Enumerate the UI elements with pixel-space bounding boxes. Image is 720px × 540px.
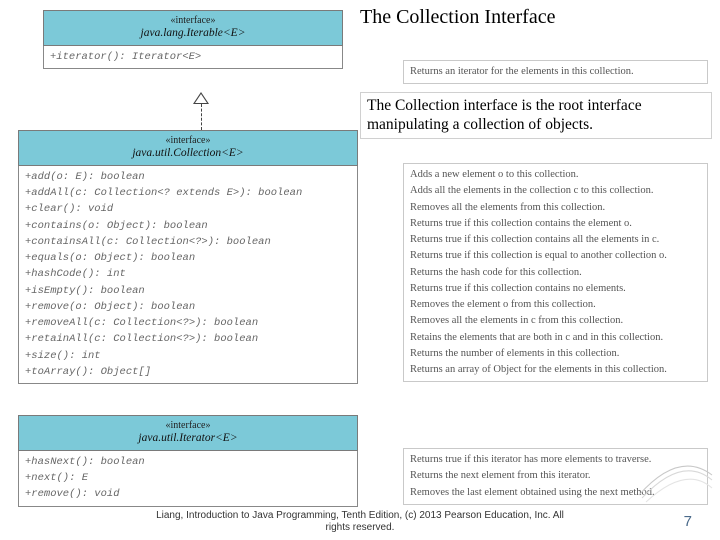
method-sig: +removeAll(c: Collection<?>): boolean	[25, 315, 351, 331]
triangle-icon	[193, 92, 209, 104]
method-sig: +iterator(): Iterator<E>	[50, 49, 336, 65]
iterator-class: «interface» java.util.Iterator<E> +hasNe…	[18, 415, 358, 507]
iterator-descs: Returns true if this iterator has more e…	[403, 448, 708, 505]
collection-methods: +add(o: E): boolean +addAll(c: Collectio…	[18, 166, 358, 384]
method-desc: Removes all the elements from this colle…	[410, 200, 701, 216]
method-desc: Adds a new element o to this collection.	[410, 167, 701, 183]
method-sig: +size(): int	[25, 348, 351, 364]
method-sig: +remove(o: Object): boolean	[25, 299, 351, 315]
method-desc: Removes the element o from this collecti…	[410, 297, 701, 313]
iterable-descs: Returns an iterator for the elements in …	[403, 60, 708, 84]
method-desc: Returns the number of elements in this c…	[410, 346, 701, 362]
iterable-class: «interface» java.lang.Iterable<E> +itera…	[43, 10, 343, 69]
method-sig: +add(o: E): boolean	[25, 169, 351, 185]
subtitle: The Collection interface is the root int…	[360, 92, 712, 139]
footer-citation: Liang, Introduction to Java Programming,…	[0, 510, 720, 534]
method-sig: +retainAll(c: Collection<?>): boolean	[25, 331, 351, 347]
method-desc: Removes all the elements in c from this …	[410, 313, 701, 329]
method-sig: +isEmpty(): boolean	[25, 283, 351, 299]
method-sig: +remove(): void	[25, 486, 351, 502]
method-desc: Returns true if this iterator has more e…	[410, 452, 701, 468]
iterator-methods: +hasNext(): boolean +next(): E +remove()…	[18, 451, 358, 507]
method-sig: +containsAll(c: Collection<?>): boolean	[25, 234, 351, 250]
inheritance-arrow	[193, 92, 209, 130]
stereotype: «interface»	[21, 135, 355, 147]
iterable-methods: +iterator(): Iterator<E>	[43, 46, 343, 69]
method-sig: +contains(o: Object): boolean	[25, 218, 351, 234]
method-sig: +equals(o: Object): boolean	[25, 250, 351, 266]
method-desc: Adds all the elements in the collection …	[410, 183, 701, 199]
stereotype: «interface»	[21, 420, 355, 432]
method-desc: Returns the hash code for this collectio…	[410, 265, 701, 281]
method-desc: Returns true if this collection contains…	[410, 216, 701, 232]
page-title: The Collection Interface	[360, 6, 555, 29]
dashed-line	[201, 104, 202, 130]
method-desc: Returns true if this collection contains…	[410, 281, 701, 297]
class-name: java.util.Collection<E>	[21, 147, 355, 161]
method-sig: +hasNext(): boolean	[25, 454, 351, 470]
method-sig: +next(): E	[25, 470, 351, 486]
collection-descs: Adds a new element o to this collection.…	[403, 163, 708, 382]
footer-line2: rights reserved.	[326, 522, 395, 533]
method-sig: +hashCode(): int	[25, 266, 351, 282]
method-sig: +clear(): void	[25, 201, 351, 217]
iterator-header: «interface» java.util.Iterator<E>	[18, 415, 358, 451]
collection-class: «interface» java.util.Collection<E> +add…	[18, 130, 358, 384]
footer-line1: Liang, Introduction to Java Programming,…	[156, 510, 564, 521]
method-sig: +toArray(): Object[]	[25, 364, 351, 380]
method-desc: Removes the last element obtained using …	[410, 485, 701, 501]
stereotype: «interface»	[46, 15, 340, 27]
method-desc: Returns an array of Object for the eleme…	[410, 362, 701, 378]
method-desc: Returns an iterator for the elements in …	[410, 64, 701, 80]
method-desc: Returns true if this collection is equal…	[410, 248, 701, 264]
page-number: 7	[684, 513, 692, 530]
iterable-header: «interface» java.lang.Iterable<E>	[43, 10, 343, 46]
class-name: java.util.Iterator<E>	[21, 432, 355, 446]
collection-header: «interface» java.util.Collection<E>	[18, 130, 358, 166]
class-name: java.lang.Iterable<E>	[46, 27, 340, 41]
method-sig: +addAll(c: Collection<? extends E>): boo…	[25, 185, 351, 201]
method-desc: Returns true if this collection contains…	[410, 232, 701, 248]
method-desc: Returns the next element from this itera…	[410, 468, 701, 484]
method-desc: Retains the elements that are both in c …	[410, 330, 701, 346]
